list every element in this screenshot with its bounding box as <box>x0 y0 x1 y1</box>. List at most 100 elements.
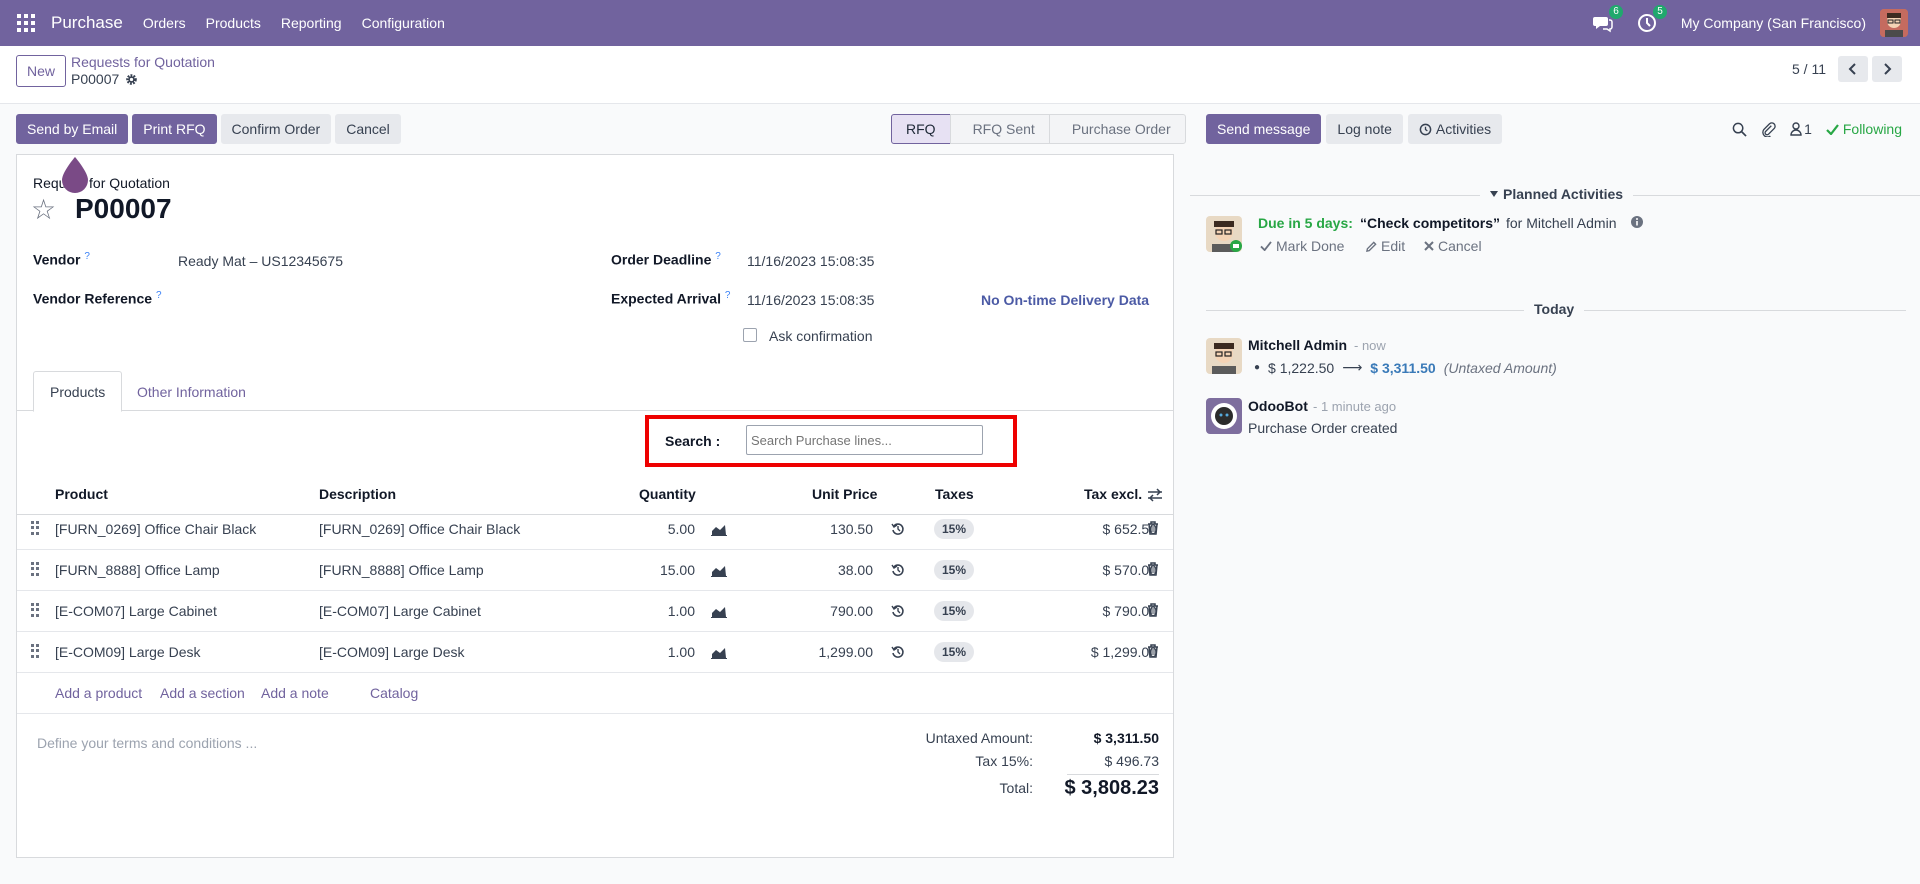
info-icon[interactable] <box>1630 215 1644 229</box>
column-taxes[interactable]: Taxes <box>935 486 974 502</box>
pager-previous-button[interactable] <box>1838 56 1868 82</box>
status-rfq[interactable]: RFQ <box>891 114 951 144</box>
table-row[interactable]: [E-COM07] Large Cabinet [E-COM07] Large … <box>17 591 1173 632</box>
column-tax-excl[interactable]: Tax excl. <box>1084 486 1142 502</box>
drag-handle-icon[interactable] <box>31 603 39 617</box>
cancel-activity-button[interactable]: Cancel <box>1424 238 1482 254</box>
print-rfq-button[interactable]: Print RFQ <box>132 114 217 144</box>
confirm-order-button[interactable]: Confirm Order <box>220 114 332 144</box>
vendor-field[interactable]: Ready Mat – US12345675 <box>178 253 343 269</box>
add-section-link[interactable]: Add a section <box>160 685 245 701</box>
description-cell[interactable]: [E-COM07] Large Cabinet <box>319 603 481 619</box>
company-switcher[interactable]: My Company (San Francisco) <box>1681 15 1866 31</box>
menu-orders[interactable]: Orders <box>143 15 186 31</box>
quantity-cell[interactable]: 15.00 <box>632 562 695 578</box>
column-quantity[interactable]: Quantity <box>639 486 696 502</box>
area-chart-icon[interactable] <box>711 564 727 577</box>
activities-button-chatter[interactable]: Activities <box>1407 114 1503 144</box>
description-cell[interactable]: [FURN_8888] Office Lamp <box>319 562 484 578</box>
terms-and-conditions-field[interactable]: Define your terms and conditions ... <box>37 735 257 751</box>
quantity-cell[interactable]: 1.00 <box>632 603 695 619</box>
description-cell[interactable]: [E-COM09] Large Desk <box>319 644 465 660</box>
drag-handle-icon[interactable] <box>31 521 39 535</box>
search-purchase-lines-input[interactable] <box>746 425 983 455</box>
pager-value[interactable]: 5 / 11 <box>1792 61 1826 77</box>
new-button[interactable]: New <box>16 55 67 87</box>
unit-price-cell[interactable]: 130.50 <box>787 521 873 537</box>
menu-reporting[interactable]: Reporting <box>281 15 342 31</box>
send-by-email-button[interactable]: Send by Email <box>16 114 129 144</box>
table-row[interactable]: [E-COM09] Large Desk [E-COM09] Large Des… <box>17 632 1173 673</box>
edit-activity-button[interactable]: Edit <box>1366 238 1405 254</box>
area-chart-icon[interactable] <box>711 605 727 618</box>
order-deadline-field[interactable]: 11/16/2023 15:08:35 <box>747 253 874 269</box>
catalog-link[interactable]: Catalog <box>370 685 418 701</box>
history-icon[interactable] <box>891 604 905 618</box>
column-unit-price[interactable]: Unit Price <box>812 486 877 502</box>
message-author[interactable]: Mitchell Admin <box>1248 337 1347 353</box>
quantity-cell[interactable]: 5.00 <box>632 521 695 537</box>
pager-next-button[interactable] <box>1872 56 1902 82</box>
status-purchase-order[interactable]: Purchase Order <box>1048 114 1186 144</box>
product-cell[interactable]: [FURN_8888] Office Lamp <box>55 562 220 578</box>
unit-price-cell[interactable]: 38.00 <box>787 562 873 578</box>
drag-handle-icon[interactable] <box>31 562 39 576</box>
unit-price-cell[interactable]: 790.00 <box>787 603 873 619</box>
app-name[interactable]: Purchase <box>51 13 123 33</box>
trash-icon[interactable] <box>1147 562 1159 576</box>
tax-badge[interactable]: 15% <box>934 519 975 539</box>
product-cell[interactable]: [E-COM09] Large Desk <box>55 644 201 660</box>
unit-price-cell[interactable]: 1,299.00 <box>787 644 874 660</box>
log-note-button[interactable]: Log note <box>1326 114 1403 144</box>
send-message-button[interactable]: Send message <box>1206 114 1322 144</box>
expected-arrival-field[interactable]: 11/16/2023 15:08:35 <box>747 292 874 308</box>
planned-activities-toggle[interactable]: Planned Activities <box>1480 186 1634 202</box>
ask-confirmation-label[interactable]: Ask confirmation <box>769 328 872 344</box>
drag-handle-icon[interactable] <box>31 644 39 658</box>
star-icon[interactable]: ☆ <box>31 195 56 225</box>
area-chart-icon[interactable] <box>711 646 727 659</box>
trash-icon[interactable] <box>1147 644 1159 658</box>
tab-other-information[interactable]: Other Information <box>121 371 262 412</box>
message-author-avatar[interactable] <box>1206 338 1242 374</box>
tax-badge[interactable]: 15% <box>934 601 975 621</box>
add-note-link[interactable]: Add a note <box>261 685 329 701</box>
menu-products[interactable]: Products <box>206 15 261 31</box>
following-button[interactable]: Following <box>1826 121 1902 137</box>
product-cell[interactable]: [E-COM07] Large Cabinet <box>55 603 217 619</box>
on-time-delivery-info[interactable]: No On-time Delivery Data <box>981 292 1149 308</box>
history-icon[interactable] <box>891 522 905 536</box>
product-cell[interactable]: [FURN_0269] Office Chair Black <box>55 521 256 537</box>
history-icon[interactable] <box>891 563 905 577</box>
message-author[interactable]: OdooBot <box>1248 398 1308 414</box>
description-cell[interactable]: [FURN_0269] Office Chair Black <box>319 521 520 537</box>
add-product-link[interactable]: Add a product <box>55 685 142 701</box>
breadcrumb-rfq[interactable]: Requests for Quotation <box>71 54 215 70</box>
column-description[interactable]: Description <box>319 486 396 502</box>
paperclip-icon[interactable] <box>1761 121 1776 137</box>
table-row[interactable]: [FURN_8888] Office Lamp [FURN_8888] Offi… <box>17 550 1173 591</box>
history-icon[interactable] <box>891 645 905 659</box>
ask-confirmation-checkbox[interactable] <box>743 328 757 342</box>
table-row[interactable]: [FURN_0269] Office Chair Black [FURN_026… <box>17 509 1173 550</box>
optional-columns-icon[interactable] <box>1147 488 1163 502</box>
tab-products[interactable]: Products <box>33 371 123 412</box>
gear-icon[interactable] <box>125 73 138 86</box>
followers-button[interactable]: 1 <box>1790 121 1812 137</box>
user-avatar[interactable] <box>1880 9 1908 37</box>
apps-grid-icon[interactable] <box>17 14 35 32</box>
trash-icon[interactable] <box>1147 521 1159 535</box>
trash-icon[interactable] <box>1147 603 1159 617</box>
odoobot-avatar[interactable] <box>1206 398 1242 434</box>
quantity-cell[interactable]: 1.00 <box>632 644 695 660</box>
menu-configuration[interactable]: Configuration <box>362 15 445 31</box>
tax-badge[interactable]: 15% <box>934 560 975 580</box>
column-product[interactable]: Product <box>55 486 108 502</box>
activity-user-avatar[interactable] <box>1206 216 1242 252</box>
search-icon[interactable] <box>1732 122 1747 137</box>
status-rfq-sent[interactable]: RFQ Sent <box>949 114 1050 144</box>
activities-button[interactable]: 5 <box>1637 5 1667 33</box>
tax-badge[interactable]: 15% <box>934 642 975 662</box>
area-chart-icon[interactable] <box>711 523 727 536</box>
mark-done-button[interactable]: Mark Done <box>1260 238 1344 254</box>
